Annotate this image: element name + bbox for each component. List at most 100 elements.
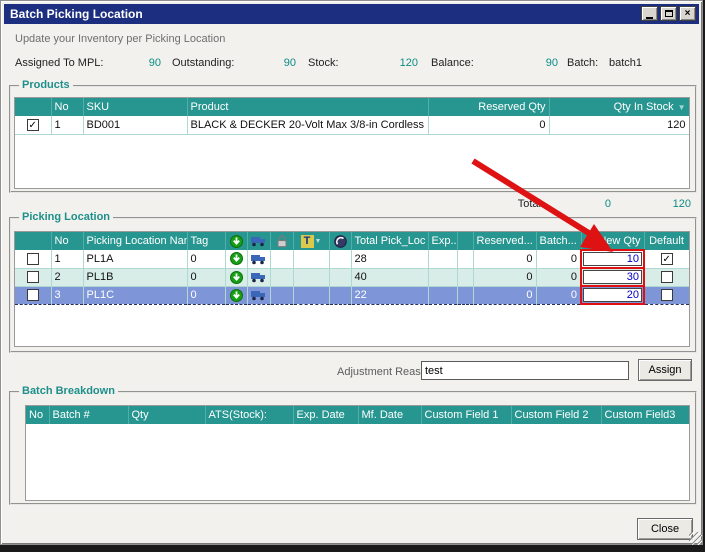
new-qty-input[interactable]: 10 xyxy=(583,252,642,266)
minimize-button[interactable] xyxy=(641,6,658,21)
picking-row-checkbox[interactable] xyxy=(27,253,39,265)
bb-col-custom-field-1[interactable]: Custom Field 1 xyxy=(421,406,511,424)
products-groupbox: Products No SKU Product Reserved Qty Qty… xyxy=(9,85,697,193)
picking-header-row: No Picking Location Nam.. Tag T▼ Total P… xyxy=(15,232,689,250)
balance-label: Balance: xyxy=(431,57,474,69)
picking-location-table: No Picking Location Nam.. Tag T▼ Total P… xyxy=(14,231,690,347)
picking-col-lock[interactable] xyxy=(270,232,293,250)
maximize-button[interactable] xyxy=(660,6,677,21)
circle-down-arrow-icon[interactable] xyxy=(230,271,243,284)
picking-col-total-pick-loc-qty[interactable]: Total Pick_Loc Qty xyxy=(351,232,428,250)
picking-col-batch[interactable]: Batch... xyxy=(536,232,581,250)
picking-batch: 0 xyxy=(536,286,581,304)
picking-location-name: PL1B xyxy=(83,268,187,286)
window-title: Batch Picking Location xyxy=(10,7,143,21)
picking-batch: 0 xyxy=(536,268,581,286)
picking-total-pick-loc-qty: 40 xyxy=(351,268,428,286)
picking-row-checkbox[interactable] xyxy=(27,289,39,301)
lock-icon xyxy=(276,235,288,248)
products-col-reserved[interactable]: Reserved Qty xyxy=(428,98,549,116)
batch-breakdown-table: No Batch # Qty ATS(Stock): Exp. Date Mf.… xyxy=(25,405,690,501)
picking-col-name[interactable]: Picking Location Nam.. xyxy=(83,232,187,250)
picking-col-tag[interactable]: Tag xyxy=(187,232,225,250)
truck-icon[interactable] xyxy=(251,289,266,301)
products-col-product[interactable]: Product xyxy=(187,98,428,116)
picking-tag: 0 xyxy=(187,268,225,286)
close-icon: × xyxy=(685,8,691,19)
picking-no: 2 xyxy=(51,268,83,286)
batch-label: Batch: xyxy=(567,57,598,69)
default-checkbox[interactable] xyxy=(661,289,673,301)
circle-down-arrow-icon[interactable] xyxy=(230,289,243,302)
picking-tag: 0 xyxy=(187,286,225,304)
product-row-checkbox[interactable]: ✓ xyxy=(27,119,39,131)
bb-col-custom-field-3[interactable]: Custom Field3 xyxy=(601,406,689,424)
resize-grip-icon[interactable] xyxy=(689,532,702,545)
bb-col-mf-date[interactable]: Mf. Date xyxy=(358,406,421,424)
stock-label: Stock: xyxy=(308,57,339,69)
close-button[interactable]: Close xyxy=(637,518,693,540)
truck-icon[interactable] xyxy=(251,271,266,283)
batch-breakdown-group-title: Batch Breakdown xyxy=(19,385,118,397)
stock-value: 120 xyxy=(368,57,418,69)
title-bar[interactable]: Batch Picking Location × xyxy=(4,4,699,24)
product-no: 1 xyxy=(51,116,83,134)
picking-col-select xyxy=(15,232,51,250)
picking-col-history[interactable] xyxy=(329,232,351,250)
outstanding-value: 90 xyxy=(246,57,296,69)
assigned-mpl-value: 90 xyxy=(111,57,161,69)
new-qty-input[interactable]: 20 xyxy=(583,288,642,302)
picking-location-group-title: Picking Location xyxy=(19,211,113,223)
close-window-button[interactable]: × xyxy=(679,6,696,21)
bb-col-ats-stock[interactable]: ATS(Stock): xyxy=(205,406,293,424)
products-col-qty-in-stock[interactable]: Qty In Stock▼ xyxy=(549,98,689,116)
picking-col-receive[interactable] xyxy=(225,232,247,250)
picking-col-spacer xyxy=(457,232,473,250)
picking-total-pick-loc-qty: 22 xyxy=(351,286,428,304)
product-row[interactable]: ✓ 1 BD001 BLACK & DECKER 20-Volt Max 3/8… xyxy=(15,116,689,134)
bb-col-batch-number[interactable]: Batch # xyxy=(49,406,128,424)
picking-reserved: 0 xyxy=(473,268,536,286)
picking-col-transfer[interactable] xyxy=(247,232,270,250)
picking-col-no[interactable]: No xyxy=(51,232,83,250)
product-name: BLACK & DECKER 20-Volt Max 3/8-in Cordle… xyxy=(187,116,428,134)
bb-col-custom-field-2[interactable]: Custom Field 2 xyxy=(511,406,601,424)
summary-bar: Assigned To MPL: 90 Outstanding: 90 Stoc… xyxy=(1,57,705,71)
picking-row-pl1c-selected[interactable]: 3 PL1C 0 22 0 0 20 xyxy=(15,286,689,304)
new-qty-input[interactable]: 30 xyxy=(583,270,642,284)
products-col-select xyxy=(15,98,51,116)
bb-col-no[interactable]: No xyxy=(26,406,49,424)
picking-col-exp[interactable]: Exp.. xyxy=(428,232,457,250)
dialog-window: Batch Picking Location × Update your Inv… xyxy=(0,0,703,545)
adjustment-reason-label: Adjustment Reason xyxy=(337,366,433,378)
truck-icon[interactable] xyxy=(251,253,266,265)
picking-reserved: 0 xyxy=(473,250,536,268)
minimize-icon xyxy=(646,17,653,19)
picking-col-new-qty[interactable]: New Qty xyxy=(581,232,644,250)
bb-col-exp-date[interactable]: Exp. Date xyxy=(293,406,358,424)
product-sku: BD001 xyxy=(83,116,187,134)
picking-col-reserved[interactable]: Reserved... xyxy=(473,232,536,250)
bb-col-qty[interactable]: Qty xyxy=(128,406,205,424)
picking-exp xyxy=(428,268,457,286)
picking-row-pl1a[interactable]: 1 PL1A 0 28 0 0 10 ✓ xyxy=(15,250,689,268)
products-col-no[interactable]: No xyxy=(51,98,83,116)
circle-down-arrow-icon[interactable] xyxy=(230,252,243,265)
circle-down-arrow-icon xyxy=(230,235,243,248)
picking-reserved: 0 xyxy=(473,286,536,304)
products-table: No SKU Product Reserved Qty Qty In Stock… xyxy=(14,97,690,189)
batch-breakdown-header-row: No Batch # Qty ATS(Stock): Exp. Date Mf.… xyxy=(26,406,689,424)
balance-value: 90 xyxy=(508,57,558,69)
products-col-sku[interactable]: SKU xyxy=(83,98,187,116)
adjustment-reason-input[interactable] xyxy=(421,361,629,380)
picking-col-default[interactable]: Default xyxy=(644,232,689,250)
default-checkbox[interactable] xyxy=(661,271,673,283)
assign-button[interactable]: Assign xyxy=(638,359,692,381)
picking-row-checkbox[interactable] xyxy=(27,271,39,283)
default-checkbox[interactable]: ✓ xyxy=(661,253,673,265)
picking-total-pick-loc-qty: 28 xyxy=(351,250,428,268)
dialog-subtitle: Update your Inventory per Picking Locati… xyxy=(15,33,225,45)
picking-col-text-tag[interactable]: T▼ xyxy=(293,232,329,250)
picking-no: 3 xyxy=(51,286,83,304)
picking-row-pl1b[interactable]: 2 PL1B 0 40 0 0 30 xyxy=(15,268,689,286)
